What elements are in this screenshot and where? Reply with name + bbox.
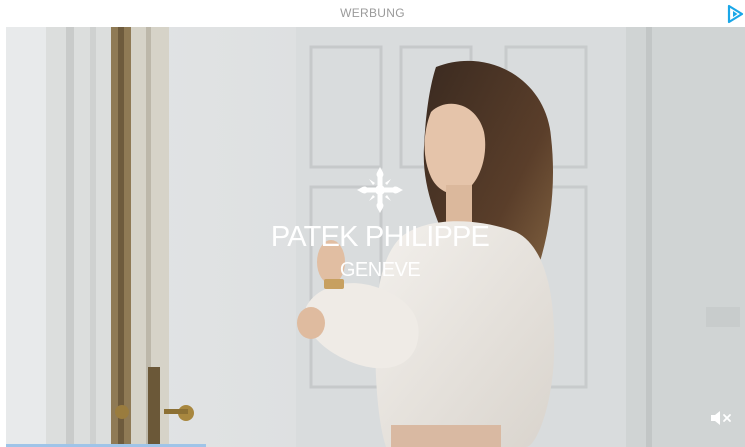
- video-frame: [6, 27, 745, 447]
- video-player[interactable]: PATEK PHILIPPE GENEVE: [6, 27, 745, 447]
- ad-container: WERBUNG PATEK PHILIPPE GENEVE: [0, 0, 745, 447]
- ad-header: WERBUNG: [0, 0, 745, 27]
- ad-label: WERBUNG: [340, 6, 405, 20]
- adchoices-play-icon[interactable]: [727, 4, 745, 24]
- speaker-muted-icon[interactable]: [709, 409, 733, 427]
